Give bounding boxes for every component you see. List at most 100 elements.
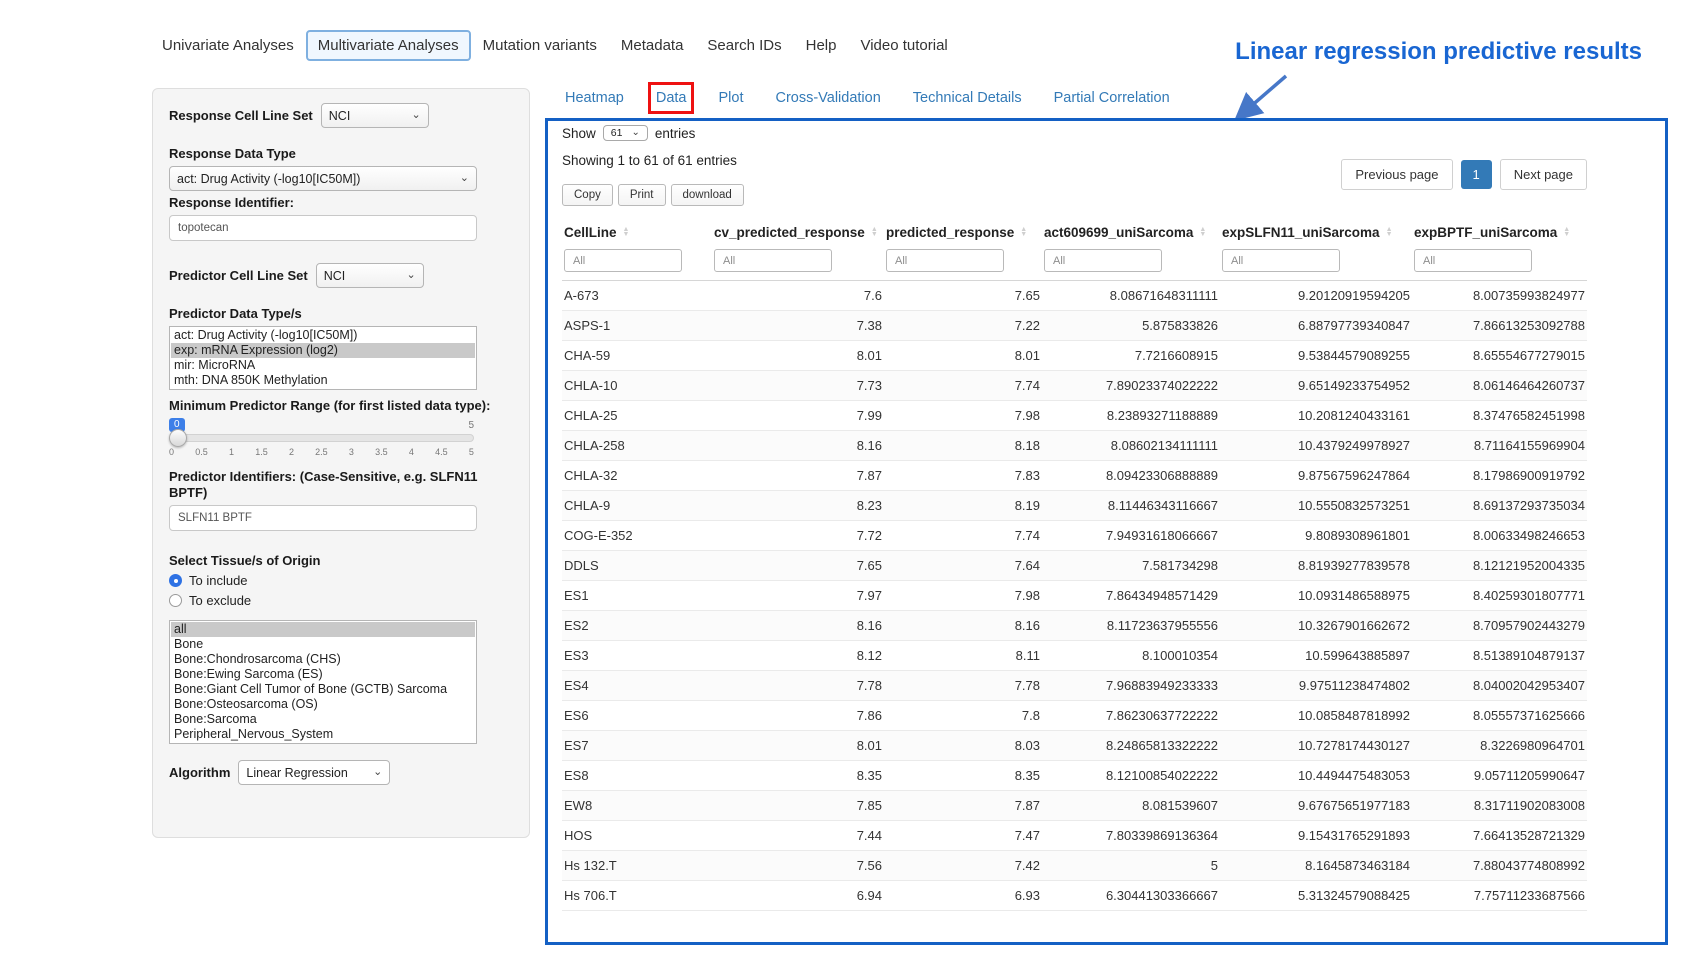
- cell-value: 7.94931618066667: [1042, 521, 1220, 551]
- tab-heatmap[interactable]: Heatmap: [565, 90, 624, 106]
- predictor-data-types-listbox[interactable]: act: Drug Activity (-log10[IC50M])exp: m…: [169, 326, 477, 390]
- table-row[interactable]: CHLA-257.997.988.2389327118888910.208124…: [562, 401, 1587, 431]
- tissue-option-bone-giant-cell-tumor-of-bone-gctb-sarcoma[interactable]: Bone:Giant Cell Tumor of Bone (GCTB) Sar…: [171, 682, 475, 697]
- cell-value: 8.65554677279015: [1412, 341, 1587, 371]
- filter-input-expbptf-unisarcoma[interactable]: [1414, 249, 1532, 272]
- slider-handle[interactable]: [169, 429, 187, 447]
- nav-item-mutation-variants[interactable]: Mutation variants: [471, 30, 609, 61]
- cell-value: 8.01: [712, 341, 884, 371]
- tissue-option-bone-chondrosarcoma-chs[interactable]: Bone:Chondrosarcoma (CHS): [171, 652, 475, 667]
- sort-icon[interactable]: ▲▼: [623, 227, 630, 237]
- cell-value: 7.98: [884, 401, 1042, 431]
- tissue-option-peripheral-nervous-system[interactable]: Peripheral_Nervous_System: [171, 727, 475, 742]
- table-row[interactable]: HOS7.447.477.803398691363649.15431765291…: [562, 821, 1587, 851]
- filter-input-predicted-response[interactable]: [886, 249, 1004, 272]
- filter-input-cv-predicted-response[interactable]: [714, 249, 832, 272]
- min-predictor-range-slider[interactable]: 0 5 00.511.522.533.544.55: [169, 418, 474, 457]
- filter-input-expslfn11-unisarcoma[interactable]: [1222, 249, 1340, 272]
- cell-value: 8.09423306888889: [1042, 461, 1220, 491]
- nav-item-video-tutorial[interactable]: Video tutorial: [848, 30, 959, 61]
- tissue-option-bone[interactable]: Bone: [171, 637, 475, 652]
- cell-value: 7.89023374022222: [1042, 371, 1220, 401]
- table-row[interactable]: ASPS-17.387.225.8758338266.8879773934084…: [562, 311, 1587, 341]
- table-row[interactable]: EW87.857.878.0815396079.676756519771838.…: [562, 791, 1587, 821]
- nav-item-search-ids[interactable]: Search IDs: [695, 30, 793, 61]
- current-page-button[interactable]: 1: [1461, 160, 1492, 189]
- table-row[interactable]: COG-E-3527.727.747.949316180666679.80893…: [562, 521, 1587, 551]
- print-button[interactable]: Print: [618, 184, 666, 206]
- copy-button[interactable]: Copy: [562, 184, 613, 206]
- table-row[interactable]: CHA-598.018.017.72166089159.538445790892…: [562, 341, 1587, 371]
- sort-icon[interactable]: ▲▼: [871, 227, 878, 237]
- predictor-data-type-option-act-drug-activity-log10-ic50m[interactable]: act: Drug Activity (-log10[IC50M]): [171, 328, 475, 343]
- tissue-exclude-radio[interactable]: To exclude: [169, 593, 513, 608]
- tissue-option-all[interactable]: all: [171, 622, 475, 637]
- slider-track[interactable]: [169, 434, 474, 442]
- cell-line-name: HOS: [562, 821, 712, 851]
- cell-value: 6.93: [884, 881, 1042, 911]
- tab-cross-validation[interactable]: Cross-Validation: [775, 90, 880, 106]
- table-row[interactable]: Hs 132.T7.567.4258.16458734631847.880437…: [562, 851, 1587, 881]
- table-row[interactable]: Hs 706.T6.946.936.304413033666675.313245…: [562, 881, 1587, 911]
- nav-item-univariate-analyses[interactable]: Univariate Analyses: [150, 30, 306, 61]
- cell-value: 7.78: [712, 671, 884, 701]
- entries-label: entries: [655, 126, 696, 141]
- table-row[interactable]: CHLA-98.238.198.1144634311666710.5550832…: [562, 491, 1587, 521]
- predictor-identifiers-input[interactable]: [169, 505, 477, 531]
- column-header-cv-predicted-response[interactable]: cv_predicted_response▲▼: [712, 218, 884, 247]
- column-header-act609699-unisarcoma[interactable]: act609699_uniSarcoma▲▼: [1042, 218, 1220, 247]
- algorithm-select[interactable]: Linear Regression ⌄: [238, 760, 390, 785]
- previous-page-button[interactable]: Previous page: [1341, 159, 1452, 190]
- column-header-predicted-response[interactable]: predicted_response▲▼: [884, 218, 1042, 247]
- table-row[interactable]: DDLS7.657.647.5817342988.819392778395788…: [562, 551, 1587, 581]
- cell-value: 9.20120919594205: [1220, 281, 1412, 311]
- download-button[interactable]: download: [671, 184, 744, 206]
- sort-icon[interactable]: ▲▼: [1020, 227, 1027, 237]
- tab-technical-details[interactable]: Technical Details: [913, 90, 1022, 106]
- predictor-data-type-option-mir-microrna[interactable]: mir: MicroRNA: [171, 358, 475, 373]
- cell-line-name: ASPS-1: [562, 311, 712, 341]
- table-row[interactable]: ES67.867.87.8623063772222210.08584878189…: [562, 701, 1587, 731]
- table-row[interactable]: ES78.018.038.2486581332222210.7278174430…: [562, 731, 1587, 761]
- tissue-option-bone-osteosarcoma-os[interactable]: Bone:Osteosarcoma (OS): [171, 697, 475, 712]
- predictor-data-type-option-exp-mrna-expression-log2[interactable]: exp: mRNA Expression (log2): [171, 343, 475, 358]
- table-row[interactable]: CHLA-2588.168.188.0860213411111110.43792…: [562, 431, 1587, 461]
- tissue-include-radio[interactable]: To include: [169, 573, 513, 588]
- response-cell-line-set-select[interactable]: NCI ⌄: [321, 103, 429, 128]
- table-row[interactable]: ES28.168.168.1172363795555610.3267901662…: [562, 611, 1587, 641]
- tissue-option-bone-sarcoma[interactable]: Bone:Sarcoma: [171, 712, 475, 727]
- predictor-data-type-option-mth-dna-850k-methylation[interactable]: mth: DNA 850K Methylation: [171, 373, 475, 388]
- nav-item-multivariate-analyses[interactable]: Multivariate Analyses: [306, 30, 471, 61]
- tab-data[interactable]: Data: [656, 90, 687, 106]
- predictor-cell-line-set-select[interactable]: NCI ⌄: [316, 263, 424, 288]
- page-length-select[interactable]: 61 ⌄: [603, 125, 648, 141]
- next-page-button[interactable]: Next page: [1500, 159, 1587, 190]
- filter-input-act609699-unisarcoma[interactable]: [1044, 249, 1162, 272]
- column-header-cellline[interactable]: CellLine▲▼: [562, 218, 712, 247]
- tab-partial-correlation[interactable]: Partial Correlation: [1054, 90, 1170, 106]
- table-row[interactable]: A-6737.67.658.086716483111119.2012091959…: [562, 281, 1587, 311]
- cell-value: 8.1645873463184: [1220, 851, 1412, 881]
- sort-icon[interactable]: ▲▼: [1386, 227, 1393, 237]
- nav-item-metadata[interactable]: Metadata: [609, 30, 696, 61]
- tissue-option-bone-ewing-sarcoma-es[interactable]: Bone:Ewing Sarcoma (ES): [171, 667, 475, 682]
- tab-plot[interactable]: Plot: [718, 90, 743, 106]
- tissue-listbox[interactable]: allBoneBone:Chondrosarcoma (CHS)Bone:Ewi…: [169, 620, 477, 744]
- table-row[interactable]: CHLA-107.737.747.890233740222229.6514923…: [562, 371, 1587, 401]
- table-row[interactable]: ES47.787.787.968839492333339.97511238474…: [562, 671, 1587, 701]
- table-row[interactable]: ES38.128.118.10001035410.5996438858978.5…: [562, 641, 1587, 671]
- cell-value: 7.22: [884, 311, 1042, 341]
- table-row[interactable]: ES88.358.358.1210085402222210.4494475483…: [562, 761, 1587, 791]
- cell-value: 6.88797739340847: [1220, 311, 1412, 341]
- sort-icon[interactable]: ▲▼: [1563, 227, 1570, 237]
- filter-input-cellline[interactable]: [564, 249, 682, 272]
- response-identifier-input[interactable]: [169, 215, 477, 241]
- nav-item-help[interactable]: Help: [794, 30, 849, 61]
- table-row[interactable]: ES17.977.987.8643494857142910.0931486588…: [562, 581, 1587, 611]
- cell-value: 8.12121952004335: [1412, 551, 1587, 581]
- response-data-type-select[interactable]: act: Drug Activity (-log10[IC50M]) ⌄: [169, 166, 477, 191]
- table-row[interactable]: CHLA-327.877.838.094233068888899.8756759…: [562, 461, 1587, 491]
- column-header-expslfn11-unisarcoma[interactable]: expSLFN11_uniSarcoma▲▼: [1220, 218, 1412, 247]
- column-header-expbptf-unisarcoma[interactable]: expBPTF_uniSarcoma▲▼: [1412, 218, 1587, 247]
- sort-icon[interactable]: ▲▼: [1199, 227, 1206, 237]
